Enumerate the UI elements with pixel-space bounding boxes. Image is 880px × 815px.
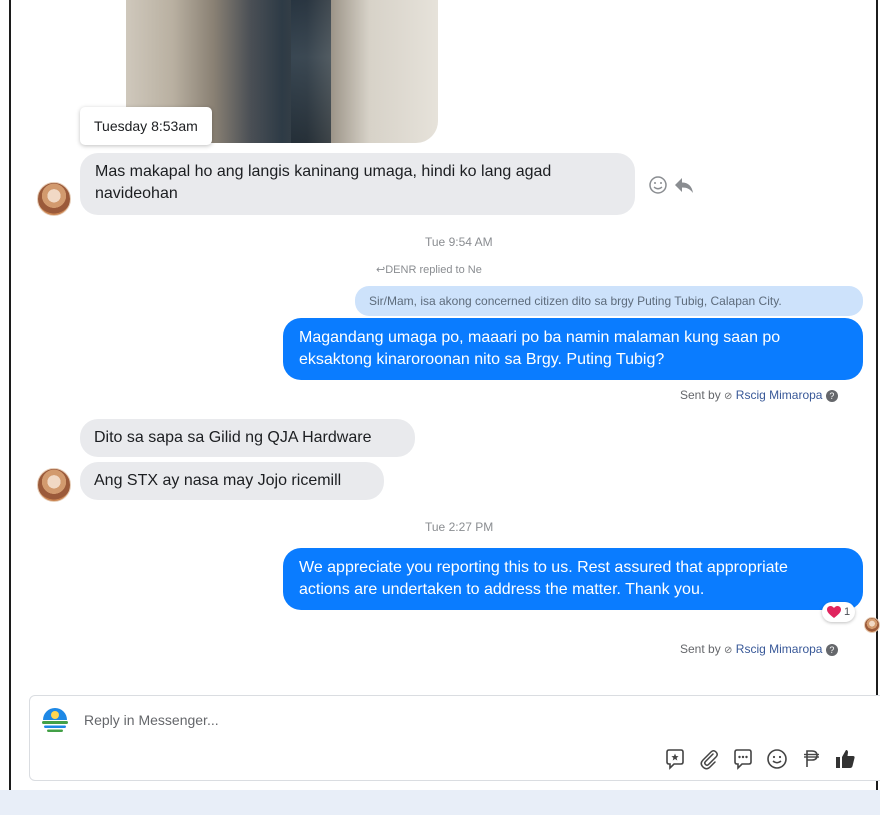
message-line: eksaktong kinaroroonan nito sa Brgy. Put… bbox=[299, 351, 665, 368]
user-status-icon: ⊘ bbox=[724, 645, 733, 656]
sender-avatar[interactable] bbox=[37, 182, 71, 216]
sticker-icon[interactable] bbox=[663, 747, 687, 771]
reply-note-text: DENR replied to Ne bbox=[385, 264, 482, 276]
message-line: navideohan bbox=[95, 185, 178, 202]
sent-by-prefix: Sent by bbox=[680, 642, 721, 656]
seen-avatar bbox=[864, 617, 880, 633]
sent-by-label: Sent by ⊘ Rscig Mimaropa ? bbox=[680, 388, 838, 402]
thumbs-up-icon[interactable] bbox=[833, 747, 857, 771]
sent-by-label: Sent by ⊘ Rscig Mimaropa ? bbox=[680, 642, 838, 656]
saved-reply-icon[interactable] bbox=[731, 747, 755, 771]
incoming-message-3: Ang STX ay nasa may Jojo ricemill bbox=[80, 462, 384, 500]
reaction-count: 1 bbox=[844, 606, 851, 618]
reply-note: ↩DENR replied to Ne bbox=[376, 263, 482, 276]
timestamp: Tue 9:54 AM bbox=[425, 235, 493, 249]
outgoing-message-2: We appreciate you reporting this to us. … bbox=[283, 548, 863, 610]
outgoing-message-1: Magandang umaga po, maaari po ba namin m… bbox=[283, 318, 863, 380]
quoted-message[interactable]: Sir/Mam, isa akong concerned citizen dit… bbox=[355, 286, 863, 316]
help-icon[interactable]: ? bbox=[825, 390, 838, 402]
message-line: We appreciate you reporting this to us. … bbox=[299, 559, 788, 576]
timestamp: Tue 2:27 PM bbox=[425, 520, 494, 534]
reply-input[interactable]: Reply in Messenger... bbox=[84, 712, 219, 728]
heart-icon bbox=[827, 605, 841, 618]
sender-name-link[interactable]: Rscig Mimaropa bbox=[736, 388, 823, 402]
page-logo-icon bbox=[42, 708, 68, 732]
reply-icon[interactable] bbox=[673, 175, 695, 195]
bottom-panel-background bbox=[0, 790, 880, 815]
message-line: Magandang umaga po, maaari po ba namin m… bbox=[299, 329, 781, 346]
peso-icon[interactable] bbox=[799, 747, 823, 771]
attachment-icon[interactable] bbox=[697, 747, 721, 771]
message-line: Mas makapal ho ang langis kaninang umaga… bbox=[95, 163, 552, 180]
timestamp-tooltip: Tuesday 8:53am bbox=[80, 107, 212, 145]
react-emoji-icon[interactable] bbox=[648, 175, 668, 195]
frame-left-border bbox=[9, 0, 11, 815]
sender-name-link[interactable]: Rscig Mimaropa bbox=[736, 642, 823, 656]
sender-avatar[interactable] bbox=[37, 468, 71, 502]
message-reaction[interactable]: 1 bbox=[822, 602, 856, 622]
message-line: actions are undertaken to address the ma… bbox=[299, 581, 705, 598]
incoming-message-1: Mas makapal ho ang langis kaninang umaga… bbox=[80, 153, 635, 215]
emoji-icon[interactable] bbox=[765, 747, 789, 771]
photo-stream-detail bbox=[291, 0, 331, 143]
help-icon[interactable]: ? bbox=[825, 644, 838, 656]
user-status-icon: ⊘ bbox=[724, 391, 733, 402]
sent-by-prefix: Sent by bbox=[680, 388, 721, 402]
incoming-message-2: Dito sa sapa sa Gilid ng QJA Hardware bbox=[80, 419, 415, 457]
frame-right-border bbox=[876, 0, 878, 815]
reply-arrow-icon: ↩ bbox=[376, 264, 386, 276]
